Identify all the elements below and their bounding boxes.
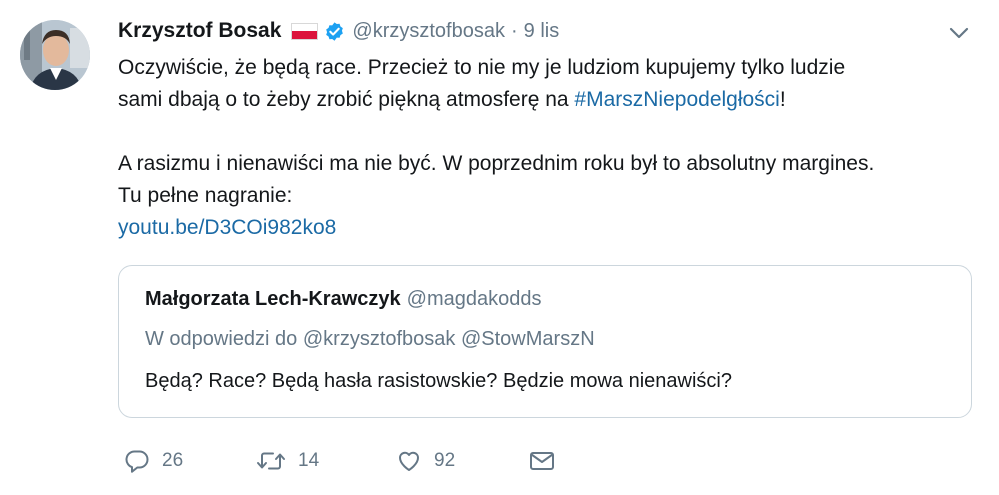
heart-icon bbox=[396, 448, 422, 474]
reply-count: 26 bbox=[162, 450, 184, 471]
direct-message-button[interactable] bbox=[528, 445, 556, 477]
retweet-count: 14 bbox=[298, 450, 320, 471]
hashtag-link[interactable]: #MarszNiepodelgłości bbox=[574, 88, 779, 111]
reply-button[interactable]: 26 bbox=[124, 445, 183, 477]
like-button[interactable]: 92 bbox=[396, 445, 455, 477]
tweet-text: Oczywiście, że będą race. Przecież to ni… bbox=[118, 52, 980, 244]
tweet-text-line: sami dbają o to żeby zrobić piękną atmos… bbox=[118, 84, 980, 116]
tweet-text-line: Tu pełne nagranie: bbox=[118, 184, 293, 207]
tweet-text-segment: sami dbają o to żeby zrobić piękną atmos… bbox=[118, 88, 575, 111]
quoted-author-handle[interactable]: @magdakodds bbox=[407, 288, 542, 310]
tweet-card: Krzysztof Bosak @krzysztofbosak · 9 lis … bbox=[0, 0, 999, 495]
retweet-button[interactable]: 14 bbox=[256, 445, 319, 477]
tweet-header: Krzysztof Bosak @krzysztofbosak · 9 lis bbox=[118, 14, 559, 48]
like-count: 92 bbox=[434, 450, 456, 471]
envelope-icon bbox=[528, 448, 556, 474]
quoted-tweet-text: Będą? Race? Będą hasła rasistowskie? Będ… bbox=[145, 370, 732, 392]
youtube-link[interactable]: youtu.be/D3COi982ko8 bbox=[118, 216, 336, 239]
tweet-text-line: A rasizmu i nienawiści ma nie być. W pop… bbox=[118, 152, 875, 175]
quoted-tweet[interactable]: Małgorzata Lech-Krawczyk @magdakodds W od… bbox=[118, 265, 972, 418]
verified-badge-icon bbox=[324, 21, 345, 42]
tweet-text-line: youtu.be/D3COi982ko8 bbox=[118, 212, 980, 244]
tweet-text-segment: ! bbox=[779, 88, 786, 111]
tweet-timestamp[interactable]: 9 lis bbox=[524, 20, 560, 43]
author-handle[interactable]: @krzysztofbosak bbox=[352, 20, 505, 43]
avatar[interactable] bbox=[20, 20, 90, 90]
retweet-icon bbox=[256, 448, 286, 474]
chevron-down-icon[interactable] bbox=[944, 20, 974, 46]
quoted-author-name[interactable]: Małgorzata Lech-Krawczyk bbox=[145, 288, 401, 310]
tweet-text-line: Oczywiście, że będą race. Przecież to ni… bbox=[118, 56, 846, 79]
reply-icon bbox=[124, 448, 150, 474]
author-name[interactable]: Krzysztof Bosak bbox=[118, 19, 281, 43]
quoted-tweet-header: Małgorzata Lech-Krawczyk @magdakodds bbox=[145, 288, 541, 311]
quoted-reply-context: W odpowiedzi do @krzysztofbosak @StowMar… bbox=[145, 328, 595, 350]
separator-dot: · bbox=[510, 19, 518, 42]
poland-flag-icon bbox=[291, 22, 319, 40]
